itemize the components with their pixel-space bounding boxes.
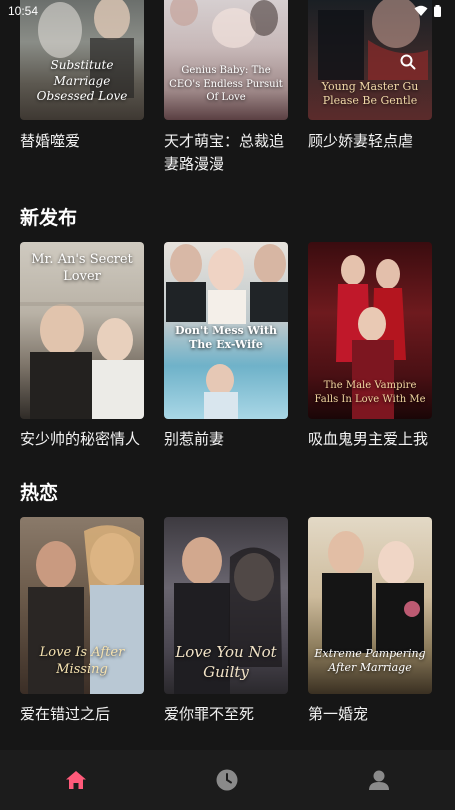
drama-title[interactable]: 第一婚宠 — [308, 703, 432, 726]
cover-title: The Male Vampire Falls In Love With Me — [314, 380, 426, 405]
drama-cover[interactable]: Extreme Pampering After Marriage — [308, 517, 432, 694]
drama-card[interactable]: Don't Mess With The Ex-Wife 别惹前妻 — [164, 242, 288, 451]
drama-title[interactable]: 顾少娇妻轻点虐 — [308, 130, 432, 153]
battery-icon — [434, 5, 441, 17]
drama-cover[interactable]: The Male Vampire Falls In Love With Me — [308, 242, 432, 419]
drama-title[interactable]: 别惹前妻 — [164, 428, 288, 451]
drama-card[interactable]: Love Is After Missing 爱在错过之后 — [20, 517, 144, 726]
drama-card[interactable]: Genius Baby: The CEO's Endless Pursuit O… — [164, 0, 288, 176]
cover-title: Don't Mess With The Ex-Wife — [175, 324, 277, 352]
clock-icon — [216, 769, 238, 791]
drama-cover[interactable]: Love Is After Missing — [20, 517, 144, 694]
home-feed[interactable]: Substitute Marriage Obsessed Love 替婚噬爱 G… — [0, 0, 455, 750]
section-heading-new-release: 新发布 — [20, 207, 78, 229]
drama-card[interactable]: Mr. An's Secret Lover 安少帅的秘密情人 — [20, 242, 144, 451]
status-time: 10:54 — [8, 4, 39, 18]
drama-card[interactable]: Substitute Marriage Obsessed Love 替婚噬爱 — [20, 0, 144, 153]
status-icons — [414, 5, 441, 17]
section-heading-romance: 热恋 — [20, 482, 59, 504]
nav-home[interactable] — [46, 750, 106, 810]
home-icon — [65, 771, 86, 789]
drama-title[interactable]: 替婚噬爱 — [20, 130, 144, 153]
search-button[interactable] — [394, 48, 422, 76]
drama-title[interactable]: 爱你罪不至死 — [164, 703, 288, 726]
cover-title: Extreme Pampering After Marriage — [314, 647, 426, 675]
drama-cover[interactable]: Love You Not Guilty — [164, 517, 288, 694]
drama-title[interactable]: 爱在错过之后 — [20, 703, 144, 726]
drama-title[interactable]: 吸血鬼男主爱上我 — [308, 428, 432, 451]
drama-card[interactable]: The Male Vampire Falls In Love With Me 吸… — [308, 242, 432, 451]
drama-cover[interactable]: Mr. An's Secret Lover — [20, 242, 144, 419]
status-bar: 10:54 — [0, 0, 455, 22]
cover-title: Substitute Marriage Obsessed Love — [36, 58, 128, 104]
drama-cover[interactable]: Don't Mess With The Ex-Wife — [164, 242, 288, 419]
nav-history[interactable] — [197, 750, 257, 810]
search-icon — [400, 54, 416, 70]
drama-card[interactable]: Young Master Gu Please Be Gentle 顾少娇妻轻点虐 — [308, 0, 432, 153]
bottom-nav — [0, 750, 455, 810]
cover-title: Love You Not Guilty — [175, 643, 277, 681]
cover-title: Love Is After Missing — [39, 645, 125, 677]
drama-card[interactable]: Love You Not Guilty 爱你罪不至死 — [164, 517, 288, 726]
profile-icon — [369, 770, 390, 790]
drama-title[interactable]: 天才萌宝：总裁追妻路漫漫 — [164, 130, 288, 176]
cover-title: Young Master Gu Please Be Gentle — [321, 80, 419, 108]
nav-profile[interactable] — [349, 750, 409, 810]
wifi-icon — [414, 5, 428, 16]
cover-title: Mr. An's Secret Lover — [31, 252, 133, 284]
cover-title: Genius Baby: The CEO's Endless Pursuit O… — [169, 65, 283, 103]
drama-title[interactable]: 安少帅的秘密情人 — [20, 428, 144, 451]
drama-card[interactable]: Extreme Pampering After Marriage 第一婚宠 — [308, 517, 432, 726]
